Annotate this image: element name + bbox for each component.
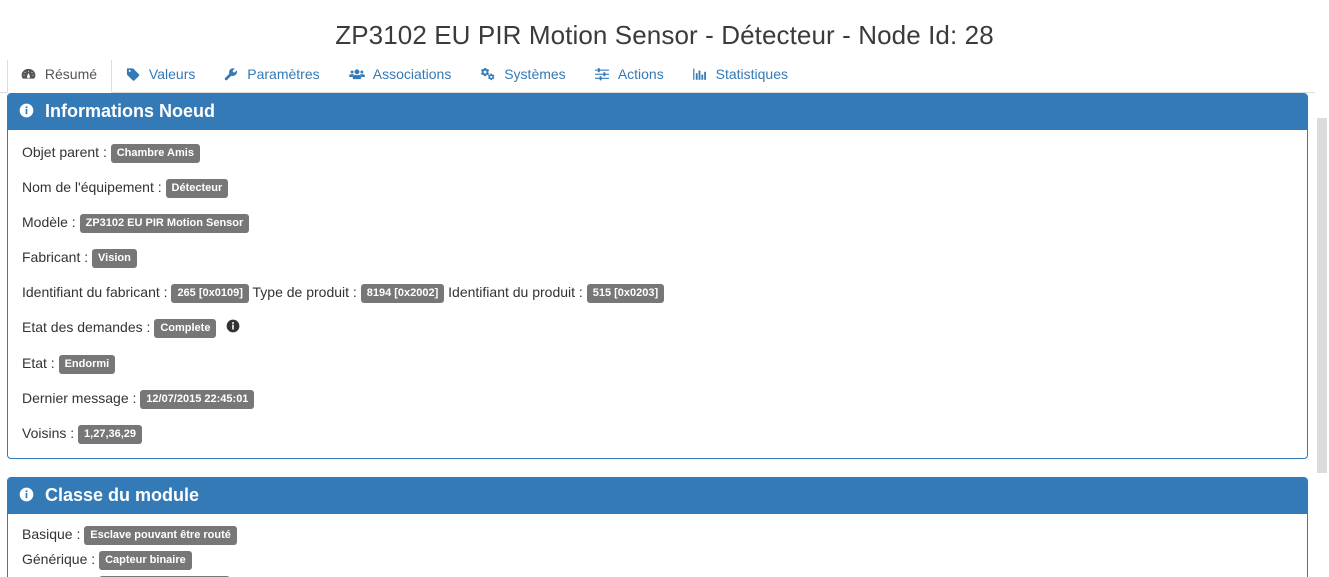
field-neighbours-value: 1,27,36,29: [78, 425, 143, 444]
query-stage-info-icon[interactable]: [226, 318, 240, 339]
page-scroll-region[interactable]: Résumé Valeurs Paramètres Associations S…: [0, 60, 1329, 577]
field-parent-object-label: Objet parent :: [22, 144, 107, 160]
field-basic-class-value: Esclave pouvant être routé: [84, 526, 237, 545]
panel-node-information-title: Informations Noeud: [45, 101, 216, 121]
field-query-stage-value: Complete: [154, 319, 217, 338]
field-state: Etat : Endormi: [22, 353, 1293, 374]
panel-module-class-body: Basique : Esclave pouvant être routé Gén…: [8, 514, 1307, 577]
field-last-message: Dernier message : 12/07/2015 22:45:01: [22, 388, 1293, 409]
tab-parametres[interactable]: Paramètres: [210, 60, 334, 93]
field-generic-class-value: Capteur binaire: [99, 551, 192, 570]
field-parent-object-value: Chambre Amis: [110, 144, 200, 163]
tab-systemes-label: Systèmes: [504, 66, 566, 82]
panel-module-class: Classe du module Basique : Esclave pouva…: [7, 477, 1308, 577]
tab-valeurs-link[interactable]: Valeurs: [112, 60, 210, 93]
tab-actions-label: Actions: [617, 66, 664, 82]
bar-chart-icon: [692, 68, 707, 84]
page-title: ZP3102 EU PIR Motion Sensor - Détecteur …: [335, 20, 994, 50]
tab-associations-link[interactable]: Associations: [335, 60, 467, 93]
field-neighbours-label: Voisins :: [22, 425, 75, 441]
field-last-message-value: 12/07/2015 22:45:01: [140, 390, 255, 409]
tab-parametres-link[interactable]: Paramètres: [210, 60, 334, 93]
field-state-label: Etat :: [22, 355, 55, 371]
field-basic-class: Basique : Esclave pouvant être routé: [22, 524, 1293, 545]
tab-parametres-label: Paramètres: [247, 66, 320, 82]
sliders-icon: [594, 68, 610, 84]
field-neighbours: Voisins : 1,27,36,29: [22, 423, 1293, 444]
field-generic-class: Générique : Capteur binaire: [22, 549, 1293, 570]
dashboard-icon: [21, 68, 36, 84]
field-basic-class-label: Basique :: [22, 526, 81, 542]
panel-node-information-body: Objet parent : Chambre Amis Nom de l'équ…: [8, 130, 1307, 458]
tab-valeurs-label: Valeurs: [148, 66, 196, 82]
field-manufacturer: Fabricant : Vision: [22, 247, 1293, 268]
tag-icon: [126, 68, 140, 84]
field-manufacturer-value: Vision: [92, 249, 137, 268]
tab-statistiques[interactable]: Statistiques: [679, 60, 803, 93]
field-manufacturer-id-label: Identifiant du fabricant :: [22, 284, 168, 300]
field-manufacturer-label: Fabricant :: [22, 249, 89, 265]
field-state-value: Endormi: [58, 355, 116, 374]
tab-bar: Résumé Valeurs Paramètres Associations S…: [0, 60, 1315, 93]
tab-statistiques-link[interactable]: Statistiques: [679, 60, 803, 93]
field-device-name-value: Détecteur: [165, 179, 229, 198]
field-product-type-value: 8194 [0x2002]: [360, 284, 445, 303]
tab-systemes-link[interactable]: Systèmes: [466, 60, 580, 93]
field-manufacturer-id-value: 265 [0x0109]: [171, 284, 249, 303]
field-query-stage: Etat des demandes : Complete: [22, 317, 1293, 339]
tab-actions-link[interactable]: Actions: [581, 60, 679, 93]
field-model: Modèle : ZP3102 EU PIR Motion Sensor: [22, 212, 1293, 233]
field-generic-class-label: Générique :: [22, 551, 96, 567]
panel-module-class-title: Classe du module: [45, 485, 200, 505]
field-query-stage-label: Etat des demandes :: [22, 319, 151, 335]
tab-statistiques-label: Statistiques: [715, 66, 788, 82]
tab-resume-label: Résumé: [44, 66, 98, 82]
panel-module-class-heading: Classe du module: [8, 478, 1307, 514]
info-circle-icon: [19, 101, 34, 123]
vertical-scrollbar[interactable]: [1315, 93, 1329, 577]
field-product-id-value: 515 [0x0203]: [586, 284, 665, 303]
tab-actions[interactable]: Actions: [581, 60, 679, 93]
panel-node-information: Informations Noeud Objet parent : Chambr…: [7, 93, 1308, 459]
panel-node-information-heading: Informations Noeud: [8, 94, 1307, 130]
info-circle-icon: [19, 485, 34, 507]
field-product-id-label: Identifiant du produit :: [448, 284, 583, 300]
field-device-name: Nom de l'équipement : Détecteur: [22, 177, 1293, 198]
tab-resume[interactable]: Résumé: [7, 60, 113, 93]
wrench-icon: [224, 68, 238, 84]
field-model-value: ZP3102 EU PIR Motion Sensor: [79, 214, 250, 233]
users-icon: [348, 68, 365, 84]
field-device-name-label: Nom de l'équipement :: [22, 179, 162, 195]
field-parent-object: Objet parent : Chambre Amis: [22, 142, 1293, 163]
field-last-message-label: Dernier message :: [22, 390, 137, 406]
field-model-label: Modèle :: [22, 214, 76, 230]
field-product-type-label: Type de produit :: [252, 284, 357, 300]
field-identifiers: Identifiant du fabricant : 265 [0x0109] …: [22, 282, 1293, 303]
tab-associations-label: Associations: [372, 66, 452, 82]
cogs-icon: [480, 68, 495, 84]
vertical-scrollbar-thumb[interactable]: [1317, 118, 1327, 473]
tab-systemes[interactable]: Systèmes: [466, 60, 580, 93]
tab-valeurs[interactable]: Valeurs: [112, 60, 210, 93]
tab-resume-link[interactable]: Résumé: [7, 60, 113, 93]
tab-associations[interactable]: Associations: [335, 60, 467, 93]
